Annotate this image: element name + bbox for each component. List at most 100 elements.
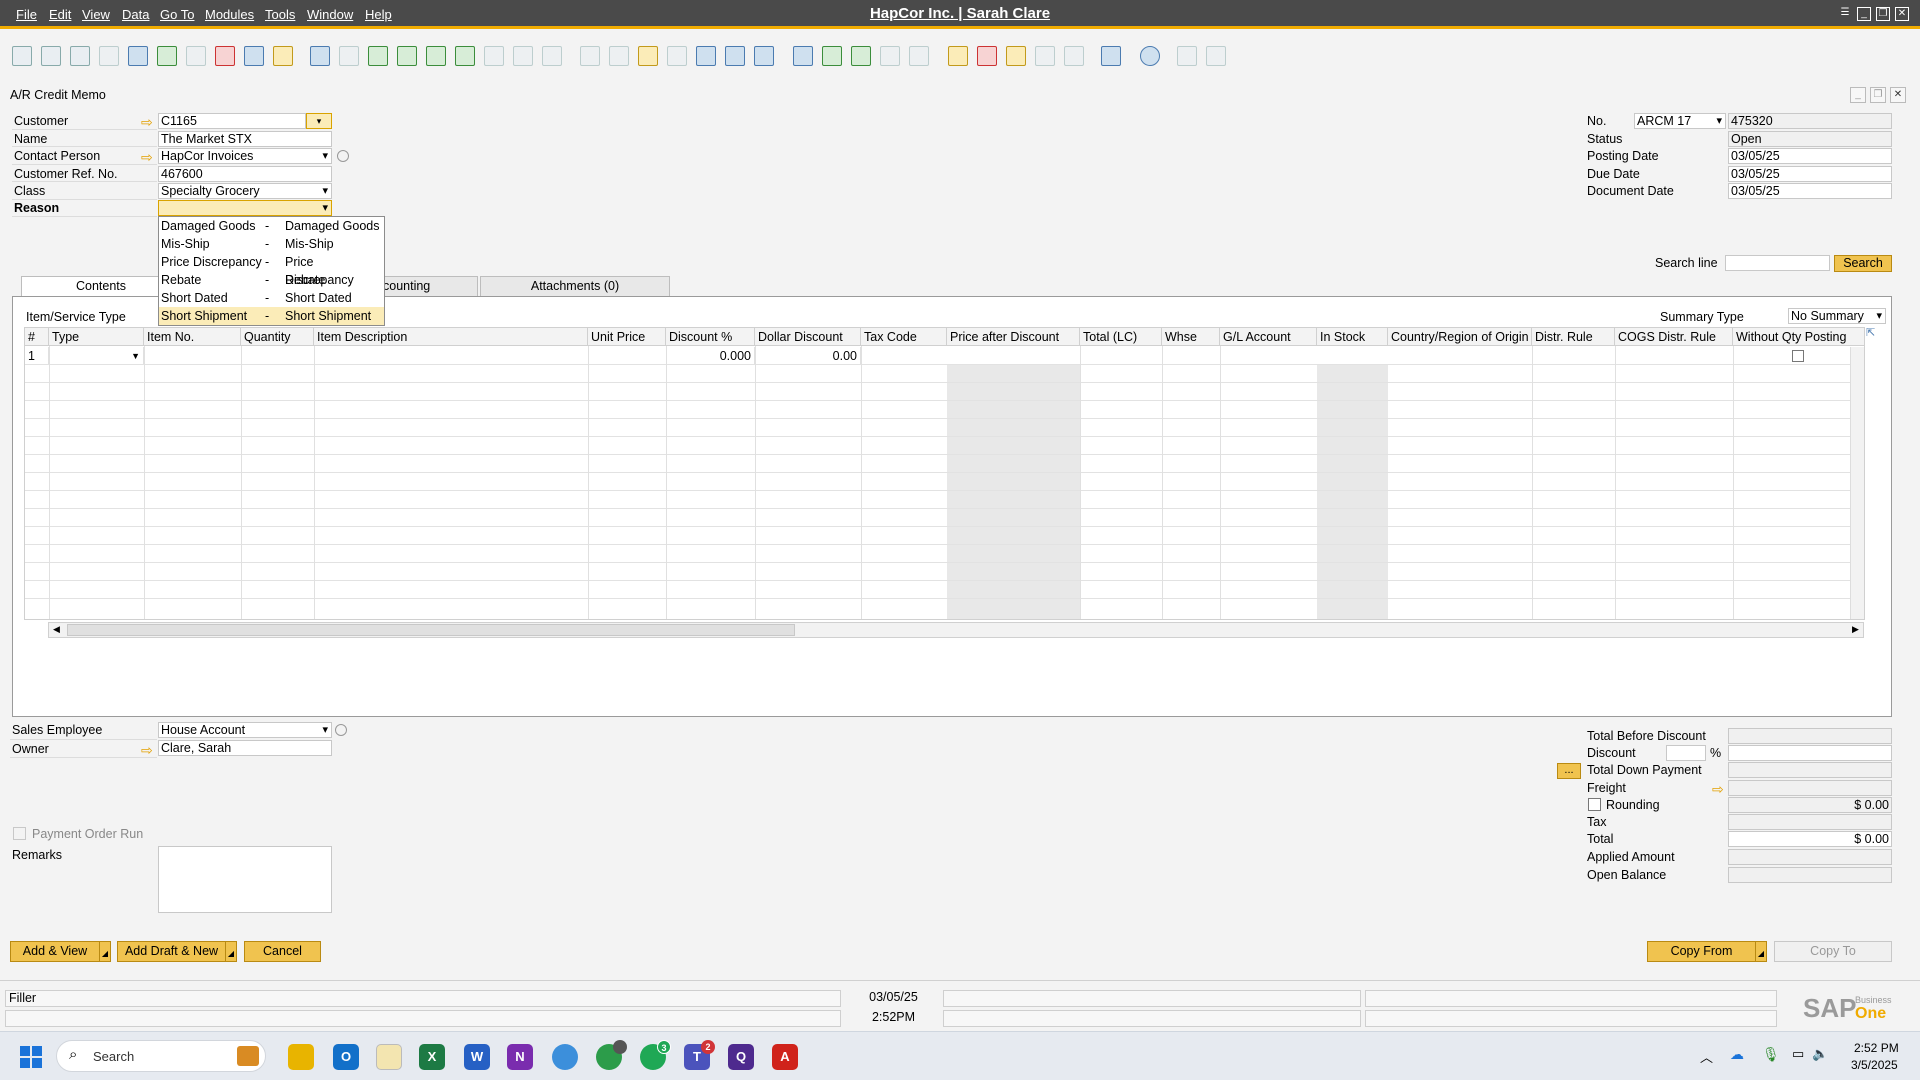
- minimize-app-icon[interactable]: _: [1857, 7, 1871, 21]
- edit-document-icon[interactable]: [851, 46, 871, 66]
- contact-person-select[interactable]: HapCor Invoices: [158, 148, 332, 164]
- add-draft-and-new-button[interactable]: Add Draft & New ◢: [117, 941, 237, 962]
- refresh-icon[interactable]: [484, 46, 504, 66]
- calculator-icon[interactable]: [1006, 46, 1026, 66]
- maximize-window-icon[interactable]: ❐: [1870, 87, 1886, 103]
- document-date-field[interactable]: 03/05/25: [1728, 183, 1892, 199]
- col-header-quantity[interactable]: Quantity: [241, 328, 314, 346]
- freight-link-arrow-icon[interactable]: ⇨: [1712, 782, 1726, 796]
- previous-record-icon[interactable]: [397, 46, 417, 66]
- reason-option[interactable]: Mis-Ship - Mis-Ship: [159, 235, 384, 253]
- col-header-discount-pct[interactable]: Discount %: [666, 328, 755, 346]
- col-header-country-origin[interactable]: Country/Region of Origin: [1388, 328, 1532, 346]
- payment-order-run-checkbox[interactable]: [13, 827, 26, 840]
- customer-ref-field[interactable]: 467600: [158, 166, 332, 182]
- calendar-icon[interactable]: [948, 46, 968, 66]
- col-header-tax-code[interactable]: Tax Code: [861, 328, 947, 346]
- doc-number-field[interactable]: 475320: [1728, 113, 1892, 129]
- email-icon[interactable]: [70, 46, 90, 66]
- whatsapp-icon[interactable]: 3: [640, 1040, 671, 1070]
- col-header-unit-price[interactable]: Unit Price: [588, 328, 666, 346]
- row-dollar-discount[interactable]: 0.00: [755, 347, 861, 365]
- layout-designer-icon[interactable]: [725, 46, 745, 66]
- base-document-icon[interactable]: [580, 46, 600, 66]
- app-q-icon[interactable]: Q: [728, 1044, 754, 1070]
- menu-help[interactable]: Help: [365, 7, 392, 22]
- acrobat-icon[interactable]: A: [772, 1044, 798, 1070]
- col-header-in-stock[interactable]: In Stock: [1317, 328, 1388, 346]
- col-header-item-no[interactable]: Item No.: [144, 328, 241, 346]
- filter-icon[interactable]: [513, 46, 533, 66]
- last-record-icon[interactable]: [455, 46, 475, 66]
- col-header-whse[interactable]: Whse: [1162, 328, 1220, 346]
- volume-icon[interactable]: 🔈: [1812, 1046, 1828, 1062]
- windows-start-icon[interactable]: [20, 1046, 42, 1068]
- copy-from-split-icon[interactable]: ◢: [1755, 942, 1766, 961]
- document-links-icon[interactable]: [638, 46, 658, 66]
- search-line-input[interactable]: [1725, 255, 1830, 271]
- fax-icon[interactable]: [128, 46, 148, 66]
- sort-icon[interactable]: [542, 46, 562, 66]
- onenote-icon[interactable]: N: [507, 1044, 533, 1070]
- taskbar-search-box[interactable]: ⌕ Search: [56, 1040, 266, 1072]
- owner-link-arrow-icon[interactable]: ⇨: [141, 743, 155, 757]
- tab-attachments[interactable]: Attachments (0): [480, 276, 670, 296]
- print-icon[interactable]: [41, 46, 61, 66]
- reason-option[interactable]: Short Dated - Short Dated: [159, 289, 384, 307]
- trans-journal-icon[interactable]: [696, 46, 716, 66]
- add-view-split-icon[interactable]: ◢: [99, 942, 110, 961]
- microphone-icon[interactable]: 🎙: [1762, 1046, 1780, 1063]
- discount-pct-field[interactable]: [1666, 745, 1706, 761]
- scroll-thumb[interactable]: [67, 624, 795, 636]
- owner-field[interactable]: Clare, Sarah: [158, 740, 332, 756]
- menu-window[interactable]: Window: [307, 7, 353, 22]
- sales-employee-select[interactable]: House Account: [158, 722, 332, 738]
- add-icon[interactable]: [339, 46, 359, 66]
- sales-employee-info-icon[interactable]: [335, 724, 347, 736]
- org-chart-icon[interactable]: [1035, 46, 1055, 66]
- help-icon[interactable]: [1140, 46, 1160, 66]
- teams-icon[interactable]: T2: [684, 1040, 715, 1070]
- menu-data[interactable]: Data: [122, 7, 149, 22]
- lock-icon[interactable]: [273, 46, 293, 66]
- excel-icon[interactable]: X: [419, 1044, 445, 1070]
- reason-option[interactable]: Damaged Goods - Damaged Goods: [159, 217, 384, 235]
- col-header-distr-rule[interactable]: Distr. Rule: [1532, 328, 1615, 346]
- contact-link-arrow-icon[interactable]: ⇨: [141, 150, 155, 164]
- outlook-icon[interactable]: O: [333, 1044, 359, 1070]
- scroll-right-icon[interactable]: ▶: [1852, 624, 1859, 635]
- menu-edit[interactable]: Edit: [49, 7, 71, 22]
- rounding-checkbox[interactable]: [1588, 798, 1601, 811]
- taskbar-date[interactable]: 3/5/2025: [1851, 1058, 1898, 1072]
- sap-b1-taskbar-icon[interactable]: [376, 1044, 402, 1070]
- cancel-button[interactable]: Cancel: [244, 941, 321, 962]
- tray-overflow-icon[interactable]: ︿: [1700, 1047, 1713, 1066]
- remarks-textarea[interactable]: [158, 846, 332, 913]
- menu-goto[interactable]: Go To: [160, 7, 194, 22]
- onedrive-icon[interactable]: ☁: [1730, 1046, 1744, 1063]
- restore-app-icon[interactable]: ❐: [1876, 7, 1890, 21]
- export-pdf-icon[interactable]: [215, 46, 235, 66]
- menu-icon[interactable]: ☰: [1838, 7, 1852, 21]
- search-button[interactable]: Search: [1834, 255, 1892, 272]
- discount-amount-field[interactable]: [1728, 745, 1892, 761]
- minimize-window-icon[interactable]: _: [1850, 87, 1866, 103]
- file-explorer-icon[interactable]: [288, 1044, 314, 1070]
- grid-horizontal-scrollbar[interactable]: ◀ ▶: [48, 622, 1864, 638]
- customer-link-arrow-icon[interactable]: ⇨: [141, 115, 155, 129]
- summary-type-select[interactable]: No Summary: [1788, 308, 1886, 324]
- add-and-view-button[interactable]: Add & View ◢: [10, 941, 111, 962]
- col-header-dollar-discount[interactable]: Dollar Discount: [755, 328, 861, 346]
- tab-contents[interactable]: Contents: [21, 276, 181, 296]
- name-field[interactable]: The Market STX: [158, 131, 332, 147]
- word-icon[interactable]: W: [464, 1044, 490, 1070]
- new-document-icon[interactable]: [822, 46, 842, 66]
- message-icon[interactable]: [880, 46, 900, 66]
- class-select[interactable]: Specialty Grocery: [158, 183, 332, 199]
- col-header-without-qty-posting[interactable]: Without Qty Posting: [1733, 328, 1864, 346]
- find-icon[interactable]: [310, 46, 330, 66]
- user-icon[interactable]: [1064, 46, 1084, 66]
- web-icon[interactable]: [1101, 46, 1121, 66]
- customer-field[interactable]: C1165: [158, 113, 306, 129]
- move-icon[interactable]: [244, 46, 264, 66]
